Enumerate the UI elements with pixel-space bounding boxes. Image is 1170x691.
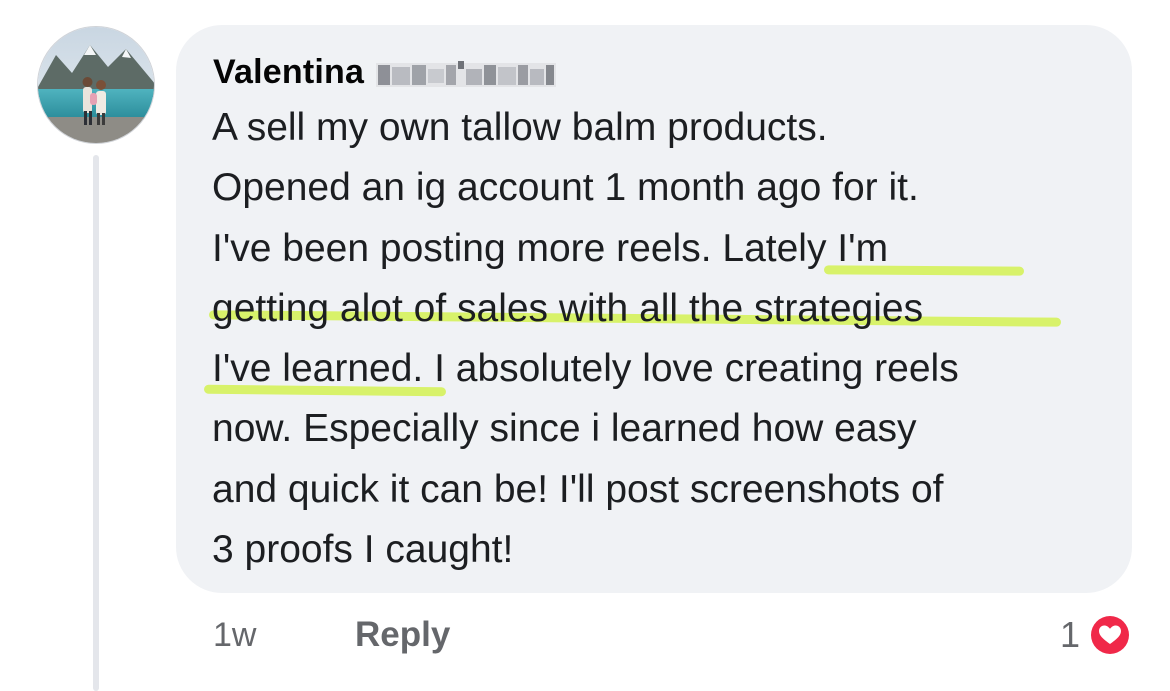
comment-body: A sell my own tallow balm products. Open… (212, 98, 1122, 580)
thread-connector-line (93, 155, 99, 691)
comment-line: Opened an ig account 1 month ago for it. (212, 166, 919, 210)
timestamp[interactable]: 1w (213, 610, 256, 660)
comment-line: now. Especially since i learned how easy (212, 407, 917, 451)
redacted-surname-blur (376, 61, 557, 87)
comment-line: and quick it can be! I'll post screensho… (212, 467, 944, 511)
comment-line: getting alot of sales with all the strat… (212, 286, 924, 330)
reply-button[interactable]: Reply (355, 610, 450, 660)
reaction-count: 1 (1059, 614, 1080, 655)
comment-thread: Valentina A sell my own tallow balm prod… (0, 0, 1170, 691)
comment-header: Valentina (213, 50, 557, 94)
comment-line: A sell my own tallow balm products. (212, 106, 828, 149)
author-name[interactable]: Valentina (213, 53, 364, 92)
avatar[interactable] (37, 26, 155, 144)
heart-icon (1086, 611, 1134, 659)
comment-line: I've learned. I absolutely love creating… (212, 347, 959, 391)
comment-line: I've been posting more reels. Lately I'm (212, 226, 889, 270)
comment-line: 3 proofs I caught! (212, 528, 514, 572)
avatar-photo (38, 27, 154, 143)
reaction-summary[interactable]: 1 (1060, 610, 1134, 660)
